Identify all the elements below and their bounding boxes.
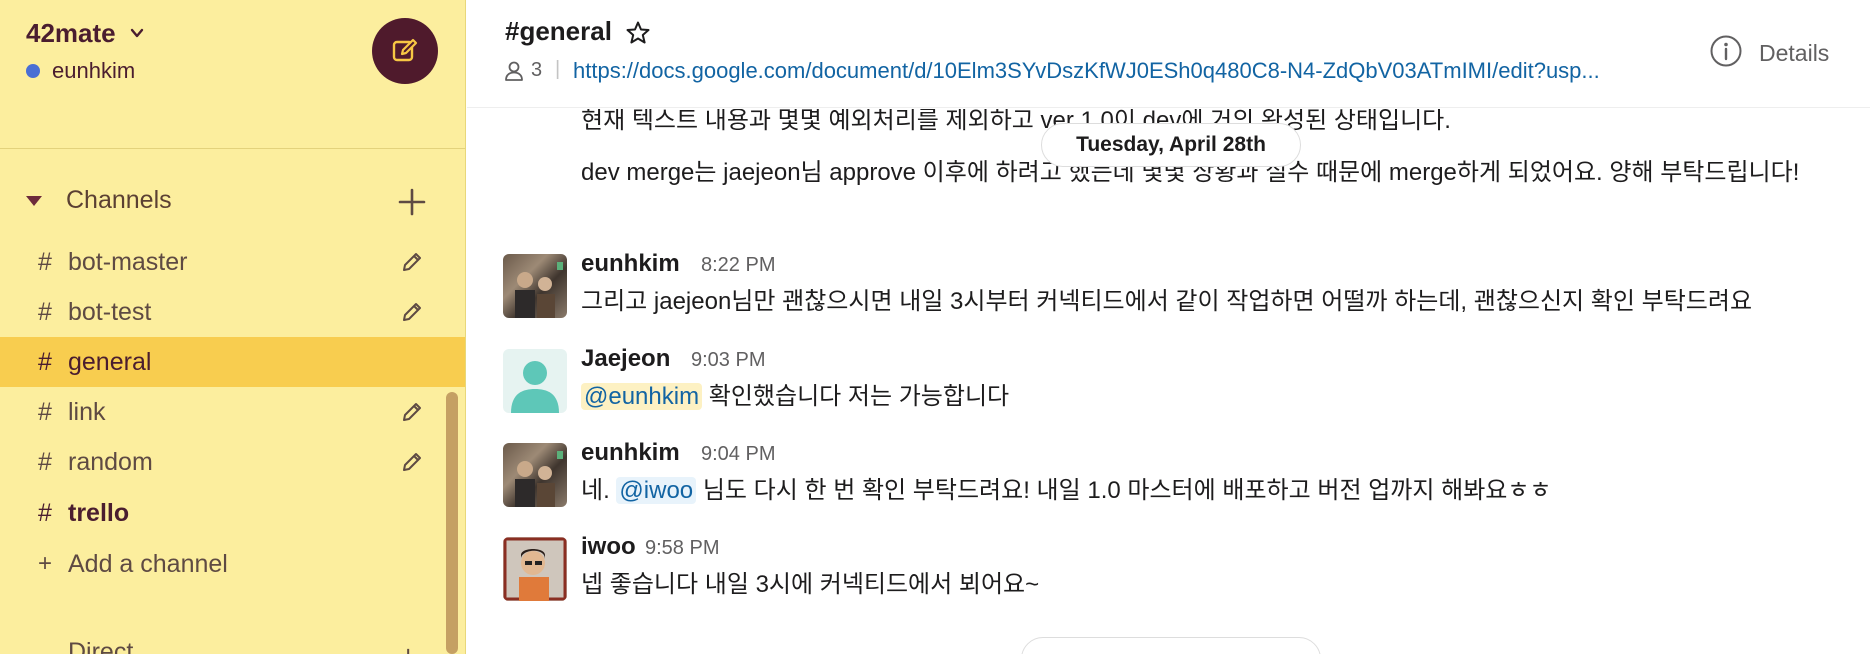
star-icon[interactable]	[625, 20, 651, 46]
workspace-name[interactable]: 42mate	[26, 18, 116, 49]
sidebar-item-label: bot-test	[68, 297, 152, 326]
date-divider-pill[interactable]	[1021, 637, 1321, 654]
hash-icon: #	[38, 347, 52, 376]
message-text: 넵 좋습니다 내일 3시에 커넥티드에서 뵈어요~	[581, 571, 1040, 598]
sidebar-item-label: random	[68, 447, 153, 476]
channel-title[interactable]: #general	[505, 16, 612, 47]
pencil-icon[interactable]	[400, 400, 424, 424]
message-list[interactable]: 현재 텍스트 내용과 몇몇 예외처리를 제외하고 ver 1.0이 dev에 거…	[467, 109, 1870, 654]
avatar-photo	[515, 451, 563, 507]
pencil-icon[interactable]	[400, 450, 424, 474]
sidebar-divider	[0, 148, 465, 149]
message-text: 그리고 jaejeon님만 괜찮으시면 내일 3시부터 커넥티드에서 같이 작업…	[581, 288, 1753, 315]
sidebar-item-label: general	[68, 347, 152, 376]
hash-icon: #	[38, 397, 52, 426]
compose-button[interactable]	[372, 18, 438, 84]
hash-icon: #	[38, 297, 52, 326]
direct-messages-section-header[interactable]: Direct	[68, 638, 133, 654]
channel-topic-link[interactable]: https://docs.google.com/document/d/10Elm…	[573, 58, 1653, 84]
presence-dot-icon	[26, 64, 40, 78]
date-divider[interactable]: Tuesday, April 28th	[1041, 123, 1301, 167]
sidebar: 42mate eunhkim Channels # bot-master # b…	[0, 0, 466, 654]
info-icon[interactable]	[1709, 34, 1743, 68]
message-timestamp[interactable]: 9:04 PM	[701, 443, 775, 466]
message-text-body: 확인했습니다 저는 가능합니다	[702, 383, 1010, 410]
add-channel-label: Add a channel	[68, 550, 228, 578]
sidebar-item-trello[interactable]: # trello	[0, 488, 465, 538]
current-user-name: eunhkim	[52, 58, 136, 83]
message-author[interactable]: iwoo	[581, 533, 636, 561]
hash-icon: #	[38, 498, 52, 527]
avatar[interactable]	[503, 254, 567, 318]
plus-icon: +	[38, 550, 53, 577]
hash-icon: #	[38, 447, 52, 476]
caret-down-icon[interactable]	[26, 195, 42, 206]
message-text-body: 님도 다시 한 번 확인 부탁드려요! 내일 1.0 마스터에 배포하고 버전 …	[696, 477, 1552, 504]
avatar-photo	[503, 537, 567, 601]
message-text: @eunhkim 확인했습니다 저는 가능합니다	[581, 379, 1009, 415]
user-mention[interactable]: @eunhkim	[581, 383, 703, 410]
add-channel-button[interactable]: + Add a channel	[0, 540, 465, 590]
sidebar-scrollbar[interactable]	[446, 392, 458, 654]
avatar[interactable]	[503, 349, 567, 413]
sidebar-item-link[interactable]: # link	[0, 387, 465, 437]
default-user-avatar-icon	[511, 361, 559, 413]
sidebar-item-label: trello	[68, 498, 130, 527]
avatar-photo	[515, 262, 563, 318]
current-user[interactable]: eunhkim	[26, 58, 135, 84]
avatar[interactable]	[503, 443, 567, 507]
header-separator: |	[555, 58, 561, 80]
sidebar-item-random[interactable]: # random	[0, 437, 465, 487]
member-count[interactable]: 3	[531, 59, 542, 82]
hash-icon: #	[38, 247, 52, 276]
message-author[interactable]: eunhkim	[581, 250, 680, 278]
sidebar-item-label: link	[68, 397, 106, 426]
channels-section-label: Channels	[66, 186, 172, 214]
chevron-down-icon[interactable]	[130, 26, 144, 40]
sidebar-item-bot-test[interactable]: # bot-test	[0, 287, 465, 337]
user-mention[interactable]: @iwoo	[616, 477, 697, 504]
message-timestamp[interactable]: 9:03 PM	[691, 349, 765, 372]
workspace-header[interactable]: 42mate eunhkim	[0, 0, 465, 110]
sidebar-item-label: bot-master	[68, 247, 188, 276]
message-timestamp[interactable]: 8:22 PM	[701, 254, 775, 277]
compose-icon	[392, 38, 418, 62]
channel-header: #general 3 | https://docs.google.com/doc…	[467, 0, 1870, 108]
message-author[interactable]: eunhkim	[581, 439, 680, 467]
channels-section-header[interactable]: Channels	[26, 186, 172, 215]
add-dm-plus-icon[interactable]: +	[400, 640, 416, 654]
avatar[interactable]	[503, 537, 567, 601]
add-channel-plus-icon[interactable]	[396, 186, 428, 218]
message-timestamp[interactable]: 9:58 PM	[645, 537, 719, 560]
message-author[interactable]: Jaejeon	[581, 345, 670, 373]
details-button[interactable]: Details	[1759, 40, 1829, 67]
message-text-prefix: 네.	[581, 477, 617, 504]
sidebar-item-general[interactable]: # general	[0, 337, 465, 387]
message-text: 네. @iwoo 님도 다시 한 번 확인 부탁드려요! 내일 1.0 마스터에…	[581, 473, 1552, 509]
pencil-icon[interactable]	[400, 300, 424, 324]
sidebar-item-bot-master[interactable]: # bot-master	[0, 237, 465, 287]
member-icon[interactable]	[503, 60, 525, 82]
pencil-icon[interactable]	[400, 250, 424, 274]
